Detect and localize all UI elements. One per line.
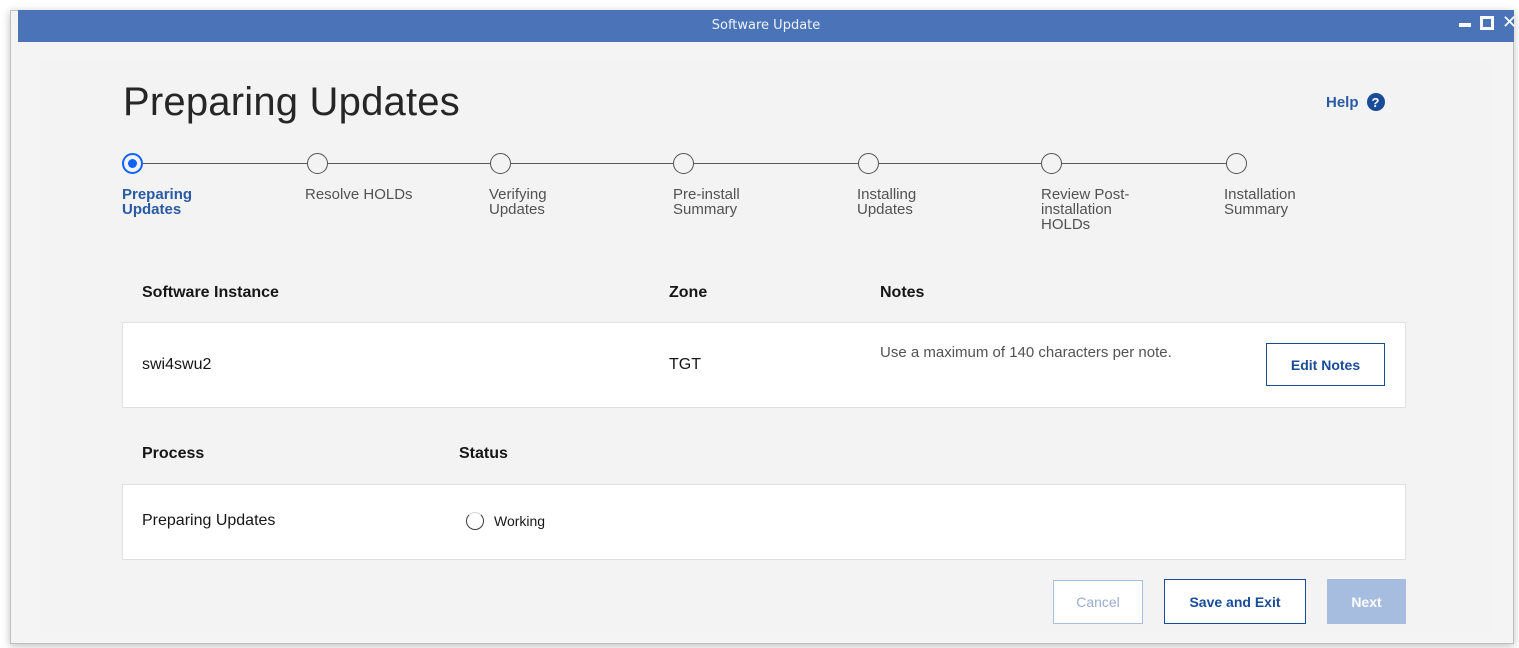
stepper-connector xyxy=(879,163,1041,164)
step-label-resolve-holds: Resolve HOLDs xyxy=(305,186,413,203)
stepper-connector xyxy=(1062,163,1226,164)
process-table-row xyxy=(122,484,1406,560)
step-indicator xyxy=(1226,153,1247,174)
instance-table-row xyxy=(122,322,1406,408)
step-label-review-post-installation-holds: Review Post-installation HOLDs xyxy=(1041,186,1130,233)
stepper-connector xyxy=(694,163,858,164)
stepper-connector xyxy=(143,163,307,164)
column-header-notes: Notes xyxy=(880,284,925,301)
step-indicator xyxy=(307,153,328,174)
software-instance-name: swi4swu2 xyxy=(142,356,212,373)
window-title: Software Update xyxy=(711,18,821,33)
zone-value: TGT xyxy=(669,356,701,373)
edit-notes-button[interactable]: Edit Notes xyxy=(1266,343,1385,386)
step-indicator xyxy=(858,153,879,174)
minimize-icon[interactable] xyxy=(1459,23,1471,27)
title-bar: Software Update ✕ xyxy=(18,10,1517,42)
process-name: Preparing Updates xyxy=(142,512,276,529)
column-header-process: Process xyxy=(142,445,205,462)
step-label-verifying-updates: Verifying Updates xyxy=(489,186,547,218)
maximize-icon[interactable] xyxy=(1480,16,1494,30)
step-indicator-current xyxy=(122,153,143,174)
cancel-button[interactable]: Cancel xyxy=(1053,580,1143,624)
step-label-pre-install-summary: Pre-install Summary xyxy=(673,186,740,218)
stepper-connector xyxy=(511,163,673,164)
step-label-preparing-updates: Preparing Updates xyxy=(122,186,193,218)
help-link[interactable]: Help ? xyxy=(1326,93,1385,111)
column-header-zone: Zone xyxy=(669,284,708,301)
step-indicator xyxy=(490,153,511,174)
stepper-connector xyxy=(328,163,490,164)
page-title: Preparing Updates xyxy=(123,80,460,124)
process-status: Working xyxy=(494,513,546,529)
column-header-status: Status xyxy=(459,445,508,462)
step-indicator xyxy=(673,153,694,174)
spinner-icon xyxy=(466,512,484,530)
column-header-software-instance: Software Instance xyxy=(142,284,279,301)
step-label-installation-summary: Installation Summary xyxy=(1224,186,1296,218)
step-indicator xyxy=(1041,153,1062,174)
close-icon[interactable]: ✕ xyxy=(1502,12,1517,33)
next-button[interactable]: Next xyxy=(1327,579,1406,624)
step-label-installing-updates: Installing Updates xyxy=(857,186,917,218)
help-label: Help xyxy=(1326,93,1359,111)
question-circle-icon: ? xyxy=(1366,93,1385,111)
notes-hint: Use a maximum of 140 characters per note… xyxy=(880,344,1172,361)
save-and-exit-button[interactable]: Save and Exit xyxy=(1164,579,1306,624)
